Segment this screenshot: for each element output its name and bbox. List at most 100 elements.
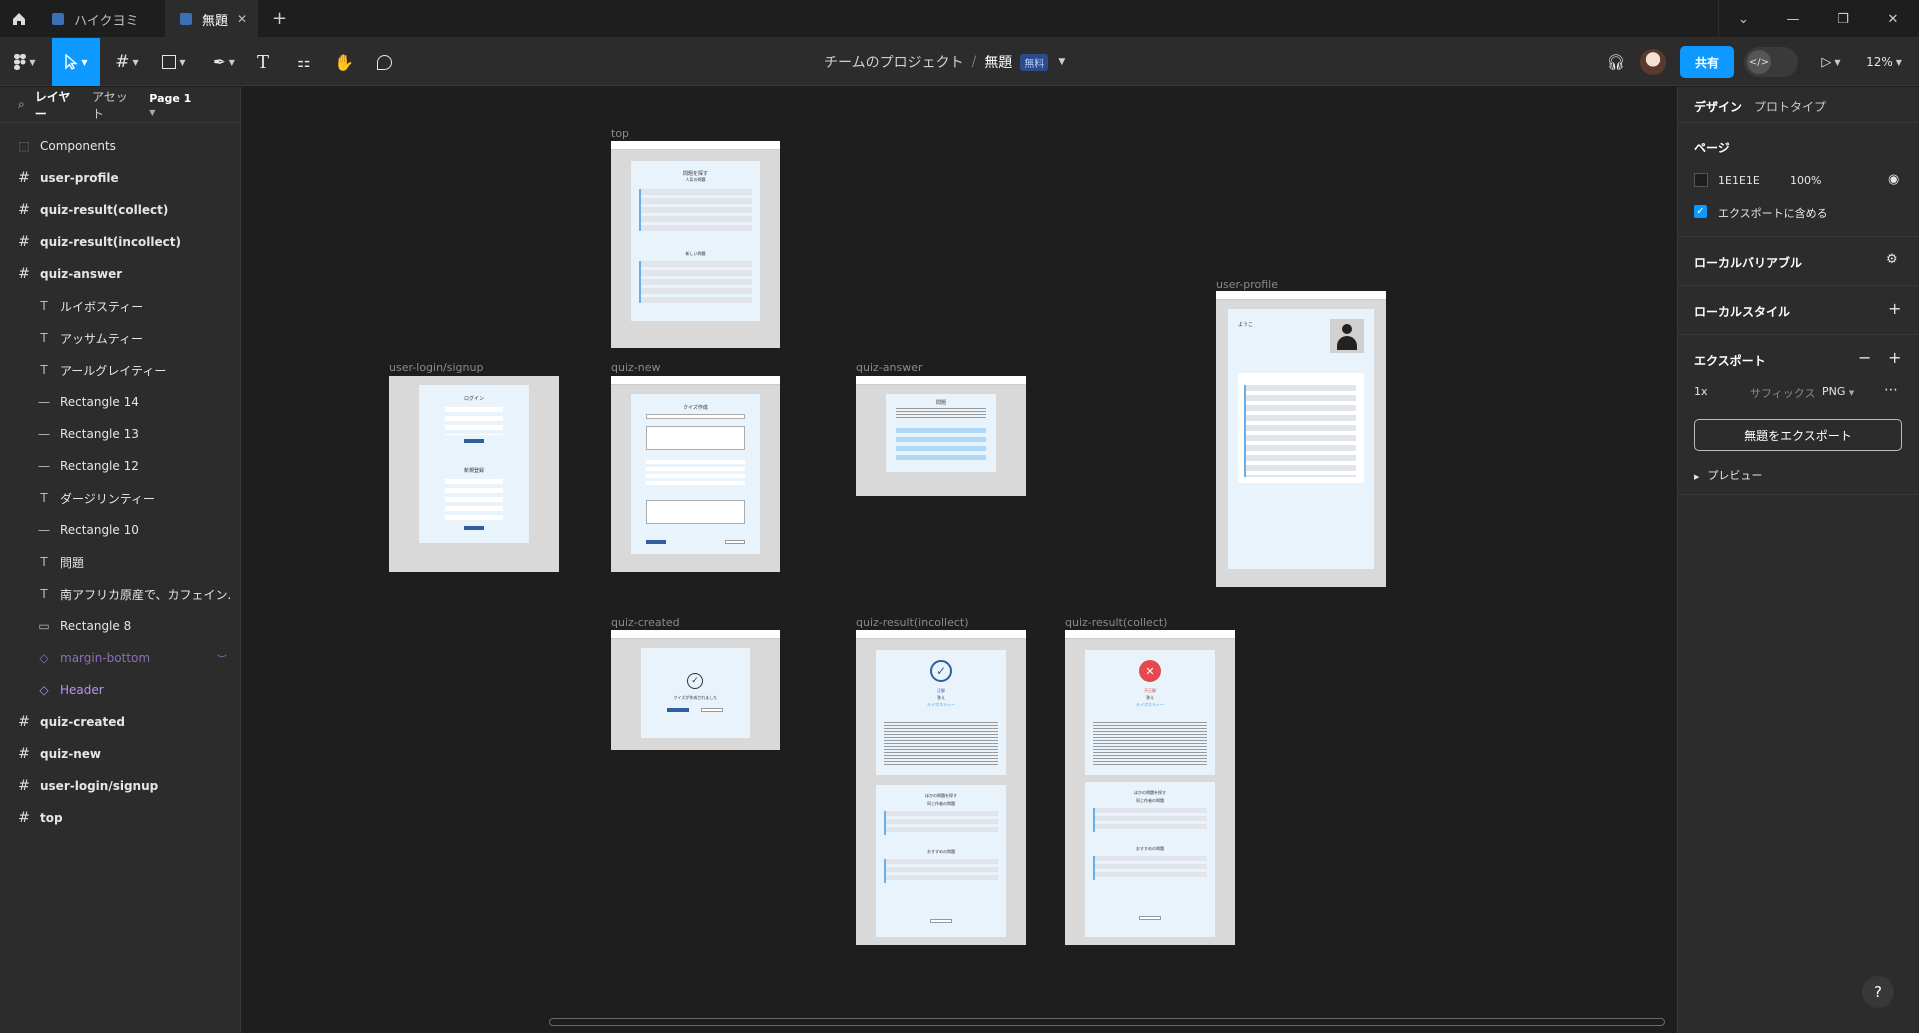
frame-user-profile[interactable]: ようこ bbox=[1216, 291, 1386, 587]
help-button[interactable]: ? bbox=[1862, 976, 1894, 1008]
layer-item[interactable]: # user-login/signup bbox=[0, 770, 241, 802]
shape-tool-button[interactable]: ▼ bbox=[156, 38, 192, 86]
audio-button[interactable]: 🎧︎ bbox=[1604, 38, 1628, 86]
tab-prototype[interactable]: プロトタイプ bbox=[1754, 98, 1826, 115]
page-color-value[interactable]: 1E1E1E bbox=[1718, 174, 1760, 187]
include-export-checkbox[interactable]: ✓ bbox=[1694, 205, 1707, 218]
layer-item[interactable]: T ルイボスティー bbox=[0, 290, 241, 322]
horizontal-scrollbar[interactable] bbox=[549, 1018, 1665, 1026]
frame-tool-button[interactable]: # ▼ bbox=[110, 38, 144, 86]
tab-list-button[interactable]: ⌄ bbox=[1718, 0, 1768, 38]
export-scale[interactable]: 1x bbox=[1694, 385, 1708, 398]
preview-toggle[interactable]: ▶ プレビュー bbox=[1694, 467, 1762, 483]
right-panel-tabs: デザイン プロトタイプ bbox=[1678, 87, 1919, 123]
tab-assets[interactable]: アセット bbox=[92, 88, 133, 122]
comment-tool-button[interactable] bbox=[372, 38, 396, 86]
avatar[interactable] bbox=[1640, 49, 1666, 75]
layer-item[interactable]: # quiz-result(collect) bbox=[0, 194, 241, 226]
sliders-icon[interactable]: ⚙ bbox=[1886, 252, 1898, 267]
frame-label-user-login-signup[interactable]: user-login/signup bbox=[389, 361, 483, 374]
canvas[interactable]: top user-login/signup quiz-new quiz-answ… bbox=[241, 87, 1677, 1033]
restore-button[interactable]: ❐ bbox=[1818, 0, 1868, 38]
comment-icon bbox=[376, 54, 392, 70]
zoom-menu[interactable]: 12% ▼ bbox=[1862, 38, 1906, 86]
mini-title: 問題 bbox=[935, 400, 946, 406]
export-format-select[interactable]: PNG ▼ bbox=[1822, 385, 1854, 398]
resources-button[interactable]: ⚏ bbox=[292, 38, 316, 86]
frame-label-quiz-created[interactable]: quiz-created bbox=[611, 616, 680, 629]
search-icon[interactable]: ⌕ bbox=[18, 97, 25, 112]
frame-label-quiz-new[interactable]: quiz-new bbox=[611, 361, 661, 374]
export-button[interactable]: 無題をエクスポート bbox=[1694, 419, 1902, 451]
frame-label-quiz-result-incollect[interactable]: quiz-result(incollect) bbox=[856, 616, 969, 629]
layer-item[interactable]: — Rectangle 14 bbox=[0, 386, 241, 418]
chevron-down-icon[interactable]: ▼ bbox=[1058, 57, 1065, 67]
frame-label-quiz-answer[interactable]: quiz-answer bbox=[856, 361, 922, 374]
frame-quiz-result-collect[interactable]: ✕ 不正解 答え ルイボスティー ほかの問題を探す 同じ作者の問題 おすすめの問… bbox=[1065, 630, 1235, 945]
new-tab-button[interactable]: + bbox=[272, 8, 287, 29]
frame-quiz-answer[interactable]: 問題 bbox=[856, 376, 1026, 496]
close-icon[interactable]: ✕ bbox=[237, 12, 247, 26]
home-button[interactable] bbox=[0, 0, 38, 38]
frame-label-quiz-result-collect[interactable]: quiz-result(collect) bbox=[1065, 616, 1167, 629]
main-menu-button[interactable]: ▼ bbox=[8, 38, 42, 86]
layer-item[interactable]: ◇ margin-bottom ︶ bbox=[0, 642, 241, 674]
layer-item[interactable]: # quiz-new bbox=[0, 738, 241, 770]
tab-design[interactable]: デザイン bbox=[1694, 98, 1742, 115]
layer-item[interactable]: T ダージリンティー bbox=[0, 482, 241, 514]
local-variables-title[interactable]: ローカルバリアブル bbox=[1694, 254, 1802, 271]
mini-button bbox=[464, 526, 484, 530]
add-style-icon[interactable]: + bbox=[1888, 299, 1901, 318]
layer-item[interactable]: # quiz-answer bbox=[0, 258, 241, 290]
mini-answer-label: 答え bbox=[937, 695, 945, 700]
layer-item[interactable]: ⬚ Components bbox=[0, 130, 241, 162]
layer-item[interactable]: T 南アフリカ原産で、カフェイン... bbox=[0, 578, 241, 610]
pen-tool-button[interactable]: ✒ ▼ bbox=[206, 38, 242, 86]
project-link[interactable]: チームのプロジェクト bbox=[824, 52, 964, 72]
add-export-icon[interactable]: + bbox=[1888, 348, 1901, 367]
layer-item[interactable]: — Rectangle 13 bbox=[0, 418, 241, 450]
dev-mode-toggle[interactable]: </> bbox=[1744, 47, 1798, 77]
export-suffix-input[interactable]: サフィックス bbox=[1750, 385, 1815, 401]
layer-item[interactable]: # user-profile bbox=[0, 162, 241, 194]
minimize-button[interactable]: — bbox=[1768, 0, 1818, 38]
page-selector[interactable]: Page 1 ▼ bbox=[149, 92, 222, 118]
component-icon: ◇ bbox=[39, 683, 49, 697]
page-opacity-value[interactable]: 100% bbox=[1790, 174, 1821, 187]
window-close-button[interactable]: ✕ bbox=[1868, 0, 1918, 38]
layer-item[interactable]: T アールグレイティー bbox=[0, 354, 241, 386]
text-tool-button[interactable]: T bbox=[252, 38, 274, 86]
eye-icon[interactable]: ◉ bbox=[1888, 172, 1899, 187]
remove-export-icon[interactable]: − bbox=[1858, 348, 1871, 367]
more-options-icon[interactable]: ⋯ bbox=[1884, 382, 1898, 398]
color-swatch[interactable] bbox=[1694, 173, 1708, 187]
file-name[interactable]: 無題 bbox=[984, 52, 1012, 72]
layer-item[interactable]: T アッサムティー bbox=[0, 322, 241, 354]
frame-quiz-created[interactable]: ✓ クイズが作成されました bbox=[611, 630, 780, 750]
tab-untitled[interactable]: 無題 ✕ bbox=[166, 0, 258, 38]
frame-top[interactable]: 問題を探す 人気の問題 新しい問題 bbox=[611, 141, 780, 348]
mini-options bbox=[646, 460, 745, 488]
frame-quiz-new[interactable]: クイズ作成 bbox=[611, 376, 780, 572]
layer-item[interactable]: T 問題 bbox=[0, 546, 241, 578]
layer-item[interactable]: # top bbox=[0, 802, 241, 834]
frame-label-top[interactable]: top bbox=[611, 127, 629, 140]
layer-item[interactable]: — Rectangle 12 bbox=[0, 450, 241, 482]
tab-haikuyomi[interactable]: ハイクヨミ bbox=[38, 0, 166, 38]
layer-label: quiz-new bbox=[40, 747, 101, 761]
layer-item[interactable]: — Rectangle 10 bbox=[0, 514, 241, 546]
present-button[interactable]: ▷ ▼ bbox=[1816, 38, 1846, 86]
layer-item[interactable]: # quiz-result(incollect) bbox=[0, 226, 241, 258]
share-button[interactable]: 共有 bbox=[1680, 46, 1734, 78]
eye-closed-icon[interactable]: ︶ bbox=[217, 651, 227, 666]
layer-item[interactable]: # quiz-created bbox=[0, 706, 241, 738]
hand-tool-button[interactable]: ✋ bbox=[332, 38, 356, 86]
layer-item[interactable]: ▭ Rectangle 8 bbox=[0, 610, 241, 642]
tab-layers[interactable]: レイヤー bbox=[35, 88, 76, 122]
move-tool-button[interactable]: ▼ bbox=[52, 38, 100, 86]
layer-item[interactable]: ◇ Header bbox=[0, 674, 241, 706]
frame-user-login-signup[interactable]: ログイン 新規登録 bbox=[389, 376, 559, 572]
mini-list bbox=[639, 261, 752, 303]
frame-quiz-result-incollect[interactable]: ✓ 正解 答え ルイボスティー ほかの問題を探す 同じ作者の問題 おすすめの問題 bbox=[856, 630, 1026, 945]
frame-label-user-profile[interactable]: user-profile bbox=[1216, 278, 1278, 291]
